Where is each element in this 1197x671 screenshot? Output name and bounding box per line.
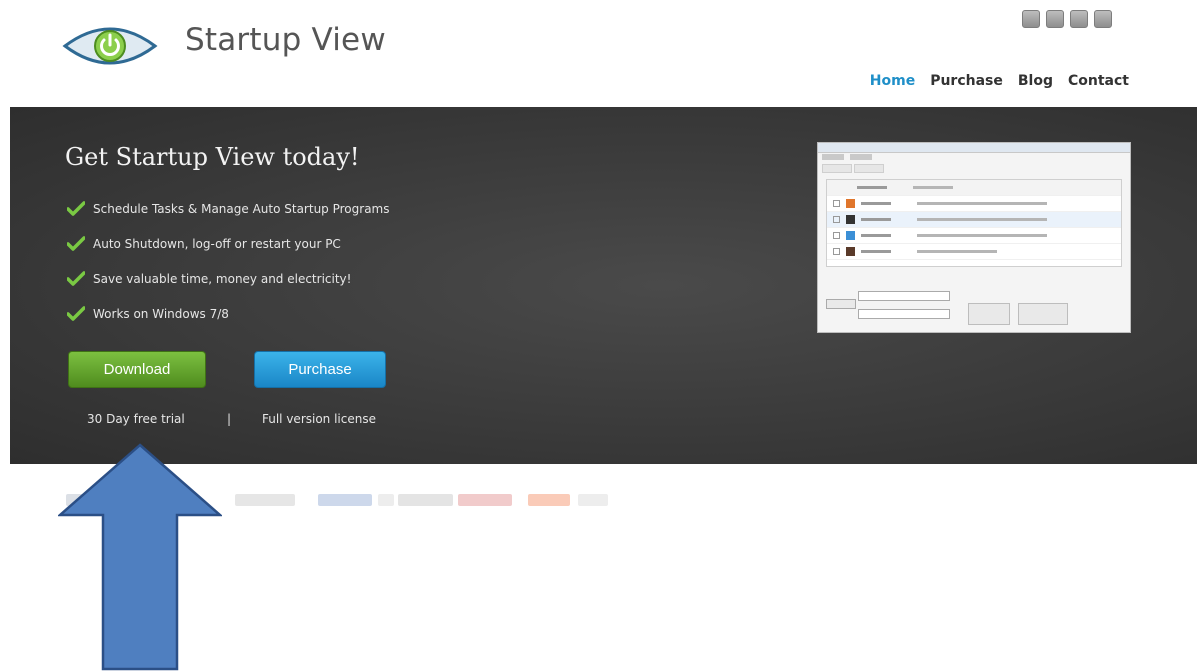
share-widget[interactable] (378, 494, 394, 506)
feature-text: Schedule Tasks & Manage Auto Startup Pro… (93, 201, 390, 216)
green-checkmark-icon (67, 236, 85, 251)
green-checkmark-icon (67, 271, 85, 286)
feature-item: Auto Shutdown, log-off or restart your P… (67, 226, 389, 261)
share-widget[interactable] (528, 494, 570, 506)
download-caption: 30 Day free trial (87, 412, 185, 426)
feature-text: Save valuable time, money and electricit… (93, 271, 352, 286)
social-icon-1[interactable] (1022, 10, 1040, 28)
app-screenshot-thumbnail (817, 142, 1131, 333)
feature-list: Schedule Tasks & Manage Auto Startup Pro… (67, 191, 389, 331)
power-eye-logo-icon[interactable] (62, 18, 158, 74)
thumb-program-list (826, 179, 1122, 267)
up-arrow-icon (58, 443, 222, 671)
feature-item: Schedule Tasks & Manage Auto Startup Pro… (67, 191, 389, 226)
purchase-caption: Full version license (262, 412, 376, 426)
nav-blog[interactable]: Blog (1018, 73, 1053, 89)
nav-purchase[interactable]: Purchase (930, 73, 1003, 89)
download-button[interactable]: Download (68, 351, 206, 388)
social-icon-2[interactable] (1046, 10, 1064, 28)
main-nav: Home Purchase Blog Contact (870, 73, 1129, 89)
share-widget[interactable] (458, 494, 512, 506)
feature-text: Works on Windows 7/8 (93, 306, 229, 321)
green-checkmark-icon (67, 306, 85, 321)
purchase-button[interactable]: Purchase (254, 351, 386, 388)
social-icon-4[interactable] (1094, 10, 1112, 28)
thumb-toolbar (818, 153, 1130, 164)
share-widget[interactable] (235, 494, 295, 506)
thumb-tabs (818, 164, 1130, 173)
green-checkmark-icon (67, 201, 85, 216)
nav-contact[interactable]: Contact (1068, 73, 1129, 89)
share-widget[interactable] (578, 494, 608, 506)
thumb-titlebar (818, 143, 1130, 153)
feature-text: Auto Shutdown, log-off or restart your P… (93, 236, 341, 251)
caption-separator: | (227, 412, 232, 426)
feature-item: Works on Windows 7/8 (67, 296, 389, 331)
share-widget[interactable] (318, 494, 372, 506)
hero-banner: Get Startup View today! Schedule Tasks &… (10, 107, 1197, 464)
hero-title: Get Startup View today! (65, 143, 360, 171)
feature-item: Save valuable time, money and electricit… (67, 261, 389, 296)
nav-home[interactable]: Home (870, 73, 915, 89)
brand-title[interactable]: Startup View (185, 22, 386, 58)
share-widget[interactable] (398, 494, 453, 506)
social-icon-3[interactable] (1070, 10, 1088, 28)
social-icons (1022, 10, 1112, 28)
